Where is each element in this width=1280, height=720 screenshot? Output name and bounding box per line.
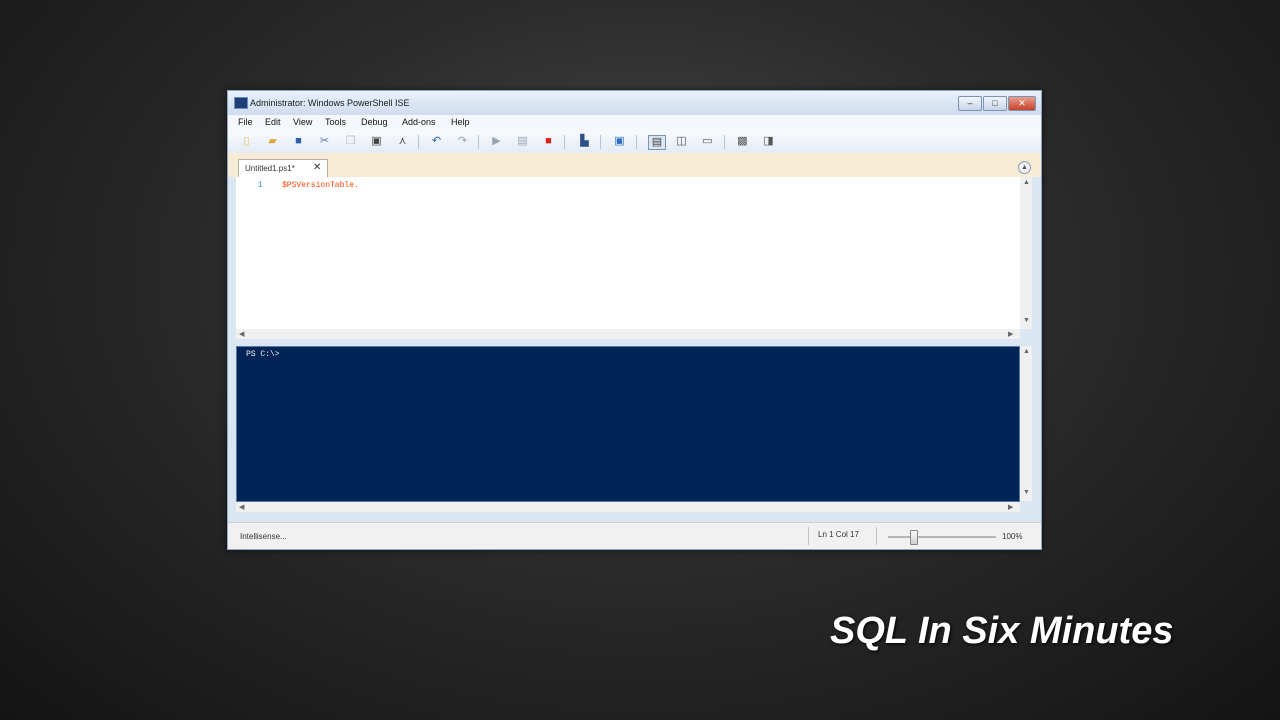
zoom-slider-thumb[interactable]	[910, 530, 918, 545]
powershell-app-icon	[234, 97, 248, 109]
stop-icon[interactable]: ■	[542, 135, 555, 148]
show-script-top-icon[interactable]: ▤	[648, 135, 666, 150]
menu-view[interactable]: View	[293, 117, 312, 127]
collapse-script-pane-icon[interactable]: ▲	[1018, 161, 1031, 174]
maximize-button[interactable]: □	[983, 96, 1007, 111]
zoom-slider[interactable]	[888, 530, 996, 545]
close-button[interactable]: ✕	[1008, 96, 1036, 111]
console-pane[interactable]: PS C:\>	[236, 346, 1020, 502]
menu-tools[interactable]: Tools	[325, 117, 346, 127]
editor-vertical-scrollbar[interactable]: ▲ ▼	[1020, 177, 1032, 329]
line-number: 1	[258, 181, 263, 190]
powershell-icon[interactable]: ▣	[613, 135, 626, 148]
toolbar: ▯ ▰ ■ ✂ ❐ ▣ ⋏ ↶ ↷ ▶ ▤ ■ ▙ ▣ ▤ ◫ ▭ ▩ ◨	[228, 131, 1041, 153]
new-remote-tab-icon[interactable]: ▙	[578, 135, 591, 148]
editor-horizontal-scrollbar[interactable]: ◀ ▶	[236, 329, 1020, 339]
show-script-max-icon[interactable]: ▭	[701, 135, 714, 148]
scroll-up-icon[interactable]: ▲	[1023, 179, 1030, 186]
scroll-left-icon[interactable]: ◀	[239, 330, 244, 338]
toolbar-separator	[724, 135, 725, 149]
run-script-icon[interactable]: ▶	[490, 135, 503, 148]
clear-icon[interactable]: ⋏	[396, 135, 409, 148]
status-bar: Intellisense... Ln 1 Col 17 100%	[228, 522, 1041, 549]
script-editor[interactable]: 1 $PSVersionTable.	[236, 177, 1020, 329]
menu-addons[interactable]: Add-ons	[402, 117, 436, 127]
cursor-position: Ln 1 Col 17	[818, 530, 859, 539]
maximize-icon: □	[992, 98, 998, 108]
menu-help[interactable]: Help	[451, 117, 470, 127]
scroll-right-icon[interactable]: ▶	[1008, 503, 1013, 511]
minimize-button[interactable]: –	[958, 96, 982, 111]
title-bar[interactable]: Administrator: Windows PowerShell ISE – …	[228, 91, 1041, 115]
copy-icon[interactable]: ❐	[344, 135, 357, 148]
video-caption: SQL In Six Minutes	[830, 610, 1174, 652]
menu-file[interactable]: File	[238, 117, 253, 127]
menu-debug[interactable]: Debug	[361, 117, 388, 127]
console-horizontal-scrollbar[interactable]: ◀ ▶	[236, 502, 1020, 512]
undo-icon[interactable]: ↶	[430, 135, 443, 148]
new-file-icon[interactable]: ▯	[240, 135, 253, 148]
status-separator	[876, 527, 877, 545]
powershell-ise-window: Administrator: Windows PowerShell ISE – …	[227, 90, 1042, 550]
close-icon: ✕	[1018, 98, 1026, 108]
scroll-down-icon[interactable]: ▼	[1023, 489, 1030, 496]
paste-icon[interactable]: ▣	[370, 135, 383, 148]
show-addon-icon[interactable]: ◨	[762, 135, 775, 148]
tab-untitled1[interactable]: Untitled1.ps1* ✕	[238, 159, 328, 178]
redo-icon[interactable]: ↷	[456, 135, 469, 148]
toolbar-separator	[478, 135, 479, 149]
code-line[interactable]: $PSVersionTable.	[282, 181, 359, 190]
menu-bar: File Edit View Tools Debug Add-ons Help	[228, 115, 1041, 131]
tab-label: Untitled1.ps1*	[245, 164, 295, 173]
open-folder-icon[interactable]: ▰	[266, 135, 279, 148]
show-script-right-icon[interactable]: ◫	[675, 135, 688, 148]
toolbar-separator	[636, 135, 637, 149]
save-icon[interactable]: ■	[292, 135, 305, 148]
scroll-left-icon[interactable]: ◀	[239, 503, 244, 511]
toolbar-separator	[418, 135, 419, 149]
script-tab-strip: Untitled1.ps1* ✕	[228, 153, 1041, 178]
scroll-right-icon[interactable]: ▶	[1008, 330, 1013, 338]
status-separator	[808, 527, 809, 545]
scroll-up-icon[interactable]: ▲	[1023, 348, 1030, 355]
window-title: Administrator: Windows PowerShell ISE	[250, 98, 410, 108]
cut-icon[interactable]: ✂	[318, 135, 331, 148]
tab-close-icon[interactable]: ✕	[313, 162, 321, 173]
zoom-level: 100%	[1002, 532, 1023, 541]
menu-edit[interactable]: Edit	[265, 117, 281, 127]
scroll-down-icon[interactable]: ▼	[1023, 317, 1030, 324]
commands-icon[interactable]: ▩	[736, 135, 749, 148]
console-vertical-scrollbar[interactable]: ▲ ▼	[1020, 346, 1032, 501]
minimize-icon: –	[967, 98, 973, 108]
console-prompt: PS C:\>	[246, 350, 280, 359]
status-message: Intellisense...	[240, 532, 287, 541]
toolbar-separator	[564, 135, 565, 149]
toolbar-separator	[600, 135, 601, 149]
run-selection-icon[interactable]: ▤	[516, 135, 529, 148]
